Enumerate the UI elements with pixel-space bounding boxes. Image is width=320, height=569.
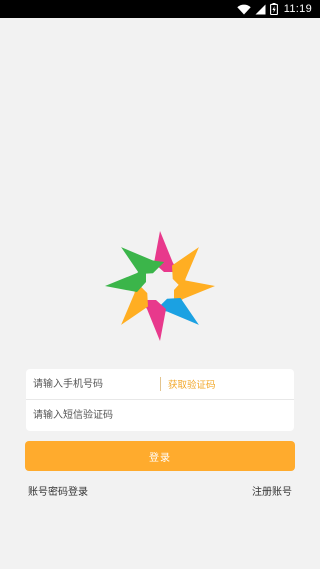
phone-row: 获取验证码 <box>26 369 294 399</box>
wifi-icon <box>237 4 251 14</box>
login-button[interactable]: 登录 <box>25 441 295 471</box>
register-link[interactable]: 注册账号 <box>252 483 292 498</box>
login-form-card: 获取验证码 <box>26 369 294 431</box>
field-separator <box>160 377 161 391</box>
phone-input[interactable] <box>26 369 160 399</box>
password-login-link[interactable]: 账号密码登录 <box>28 483 88 498</box>
status-time: 11:19 <box>283 3 312 15</box>
multicolor-star-logo <box>105 231 215 341</box>
get-code-button[interactable]: 获取验证码 <box>168 377 216 391</box>
sms-code-input[interactable] <box>26 400 294 430</box>
status-bar: 11:19 <box>0 0 320 18</box>
battery-charging-icon <box>269 3 278 15</box>
cell-signal-icon <box>255 4 266 14</box>
code-row <box>26 400 294 430</box>
